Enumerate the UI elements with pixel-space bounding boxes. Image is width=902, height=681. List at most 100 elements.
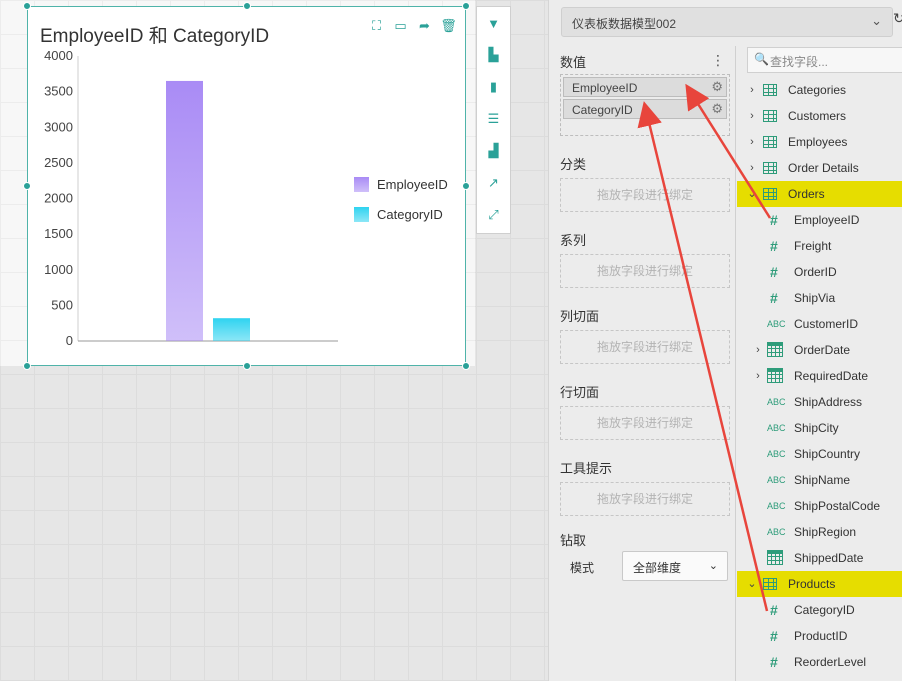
resize-handle[interactable] [23, 182, 31, 190]
resize-icon[interactable]: ⤢ [485, 205, 503, 225]
section-drill: 钻取 [560, 533, 587, 548]
row-slicer-drop-zone[interactable]: 拖放字段进行绑定 [560, 406, 730, 440]
tree-item-label: ShipCountry [794, 447, 861, 461]
value-field-chip[interactable]: CategoryID ⚙ [563, 99, 727, 119]
tree-item-label: ProductID [794, 629, 848, 643]
refresh-icon[interactable]: ↻ [893, 10, 902, 27]
drill-mode-value: 全部维度 [633, 561, 682, 575]
tree-item-label: CustomerID [794, 317, 859, 331]
section-category: 分类 [560, 157, 587, 172]
tree-table-item[interactable]: › Order Details [737, 155, 902, 181]
text-field-icon: ABC [767, 449, 786, 459]
table-icon [763, 162, 777, 174]
legend-label: EmployeeID [377, 177, 448, 192]
gear-icon[interactable]: ⚙ [711, 101, 723, 117]
tree-field-item[interactable]: ABC ShipCity [737, 415, 902, 441]
chevron-right-icon[interactable]: › [747, 129, 757, 155]
tree-item-label: ShipVia [794, 291, 836, 305]
tree-field-item[interactable]: › OrderDate [737, 337, 902, 363]
section-row-slicer: 行切面 [560, 385, 600, 400]
tree-table-item[interactable]: › Employees [737, 129, 902, 155]
number-field-icon: # [770, 290, 778, 306]
tree-field-item[interactable]: ShippedDate [737, 545, 902, 571]
number-field-icon: # [770, 212, 778, 228]
value-field-chip[interactable]: EmployeeID ⚙ [563, 77, 727, 97]
tree-field-item[interactable]: ABC ShipPostalCode [737, 493, 902, 519]
chevron-right-icon[interactable]: › [747, 77, 757, 103]
filter-icon[interactable]: ▼ [485, 13, 503, 33]
chart-type-icon[interactable]: ▙ [485, 45, 503, 65]
tree-field-item[interactable]: # EmployeeID [737, 207, 902, 233]
table-icon[interactable]: ☰ [485, 109, 503, 129]
column-slicer-drop-zone[interactable]: 拖放字段进行绑定 [560, 330, 730, 364]
bar-chart-icon[interactable]: ▮ [485, 77, 503, 97]
chevron-right-icon[interactable]: › [747, 155, 757, 181]
tree-table-item[interactable]: › Categories [737, 77, 902, 103]
tree-field-item[interactable]: › RequiredDate [737, 363, 902, 389]
drill-mode-select[interactable]: 全部维度 ⌄ [622, 551, 728, 581]
tree-field-item[interactable]: # CategoryID [737, 597, 902, 623]
chevron-right-icon[interactable]: › [753, 337, 763, 363]
tree-field-item[interactable]: ABC ShipName [737, 467, 902, 493]
tree-table-item[interactable]: ⌄ Products [737, 571, 902, 597]
resize-handle[interactable] [23, 362, 31, 370]
field-tree: › Categories › Customers › Employees › Order De… [737, 77, 902, 675]
gear-icon[interactable]: ⚙ [711, 79, 723, 95]
tree-field-item[interactable]: # OrderID [737, 259, 902, 285]
chevron-down-icon[interactable]: ⌄ [747, 571, 757, 597]
tree-item-label: ShipPostalCode [794, 499, 881, 513]
y-tick-label: 2500 [44, 155, 73, 170]
section-tooltip: 工具提示 [560, 461, 613, 476]
tree-table-item[interactable]: ⌄ Orders [737, 181, 902, 207]
chevron-right-icon[interactable]: › [753, 363, 763, 389]
dashboard-canvas[interactable]: EmployeeID 和 CategoryID ⛶ ▭ ➦ 🗑 4000 3500… [0, 0, 548, 681]
y-tick-label: 500 [51, 297, 73, 312]
tooltip-drop-zone[interactable]: 拖放字段进行绑定 [560, 482, 730, 516]
trend-icon[interactable]: ↗ [485, 173, 503, 193]
resize-handle[interactable] [462, 362, 470, 370]
series-drop-zone[interactable]: 拖放字段进行绑定 [560, 254, 730, 288]
tree-item-label: OrderID [794, 265, 837, 279]
field-list-column: 🔍 查找字段... › Categories › Customers › Employee… [737, 46, 902, 681]
table-icon [763, 110, 777, 122]
resize-handle[interactable] [243, 362, 251, 370]
tree-table-item[interactable]: › Customers [737, 103, 902, 129]
text-field-icon: ABC [767, 501, 786, 511]
tree-field-item[interactable]: ABC CustomerID [737, 311, 902, 337]
bar-chart: 4000 3500 3000 2500 2000 1500 1000 500 0 Employee… [44, 48, 448, 348]
tree-field-item[interactable]: # ProductID [737, 623, 902, 649]
tree-field-item[interactable]: ABC ShipCountry [737, 441, 902, 467]
tree-field-item[interactable]: # Freight [737, 233, 902, 259]
field-search-input[interactable]: 🔍 查找字段... [747, 47, 902, 73]
tree-item-label: Categories [788, 83, 847, 97]
y-tick-label: 4000 [44, 48, 73, 63]
tree-field-item[interactable]: # ReorderLevel [737, 649, 902, 675]
tree-item-label: OrderDate [794, 343, 851, 357]
tree-item-label: Employees [788, 135, 848, 149]
section-column-slicer: 列切面 [560, 309, 600, 324]
resize-handle[interactable] [243, 2, 251, 10]
chart-widget[interactable]: EmployeeID 和 CategoryID ⛶ ▭ ➦ 🗑 4000 3500… [27, 6, 466, 366]
chevron-right-icon[interactable]: › [747, 103, 757, 129]
category-drop-zone[interactable]: 拖放字段进行绑定 [560, 178, 730, 212]
tree-item-label: ShipCity [794, 421, 839, 435]
text-field-icon: ABC [767, 397, 786, 407]
tree-item-label: CategoryID [794, 603, 855, 617]
resize-handle[interactable] [462, 2, 470, 10]
legend-swatch [354, 207, 369, 222]
data-model-select[interactable]: 仪表板数据模型002 ⌄ [561, 7, 893, 37]
tree-field-item[interactable]: ABC ShipAddress [737, 389, 902, 415]
date-field-icon [767, 342, 783, 357]
resize-handle[interactable] [462, 182, 470, 190]
chevron-down-icon[interactable]: ⌄ [747, 181, 757, 207]
combo-chart-icon[interactable]: ▟ [485, 141, 503, 161]
tree-field-item[interactable]: ABC ShipRegion [737, 519, 902, 545]
text-field-icon: ABC [767, 527, 786, 537]
tree-item-label: ShipName [794, 473, 851, 487]
tree-field-item[interactable]: # ShipVia [737, 285, 902, 311]
resize-handle[interactable] [23, 2, 31, 10]
more-vertical-icon[interactable]: ⋮ [711, 52, 725, 69]
text-field-icon: ABC [767, 319, 786, 329]
tree-item-label: RequiredDate [794, 369, 869, 383]
values-drop-zone[interactable]: EmployeeID ⚙ CategoryID ⚙ [560, 74, 730, 136]
